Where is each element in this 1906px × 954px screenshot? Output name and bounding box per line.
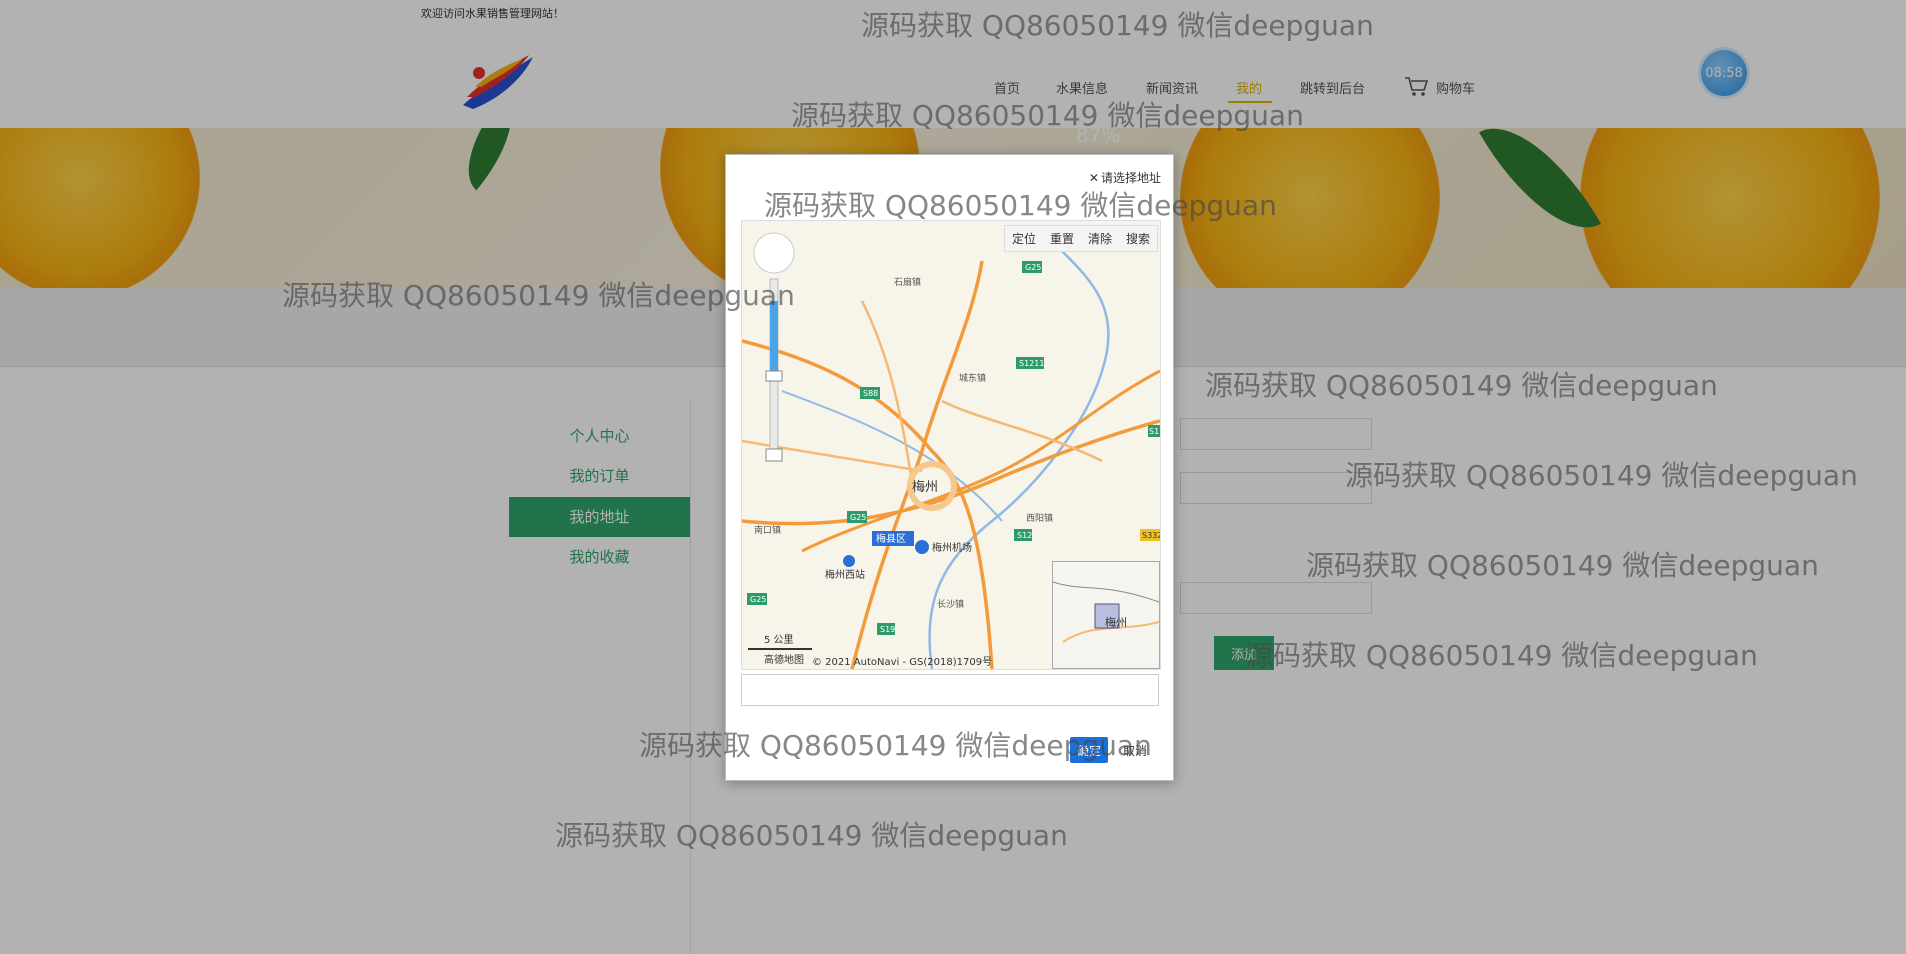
map-road-label: S12 [1017, 531, 1032, 540]
map-road-label: S19 [880, 625, 895, 634]
map-town-label: 南口镇 [754, 524, 781, 536]
zoom-out-icon[interactable] [765, 448, 783, 462]
watermark-text: 源码获取 QQ86050149 微信deepguan [764, 189, 1277, 222]
map-toolbar: 定位 重置 清除 搜索 [1003, 225, 1158, 252]
map-airport-label: 梅州机场 [932, 541, 972, 554]
map-road-label: S1 [1149, 427, 1159, 436]
address-picker-modal: ✕ 请选择地址 G25 S1211 S88 G25 S12 S19 G25 S3… [725, 154, 1174, 781]
map-road-label: S88 [863, 389, 878, 398]
map-view[interactable]: G25 S1211 S88 G25 S12 S19 G25 S332 S1 梅州… [741, 220, 1161, 670]
address-search-input[interactable] [741, 674, 1159, 706]
map-district-label: 梅县区 [876, 532, 906, 545]
map-road-label: G25 [1025, 263, 1041, 272]
map-station-label: 梅州西站 [825, 568, 865, 581]
map-pan-control[interactable] [753, 232, 795, 274]
close-icon: ✕ [1088, 170, 1099, 185]
watermark-text: 源码获取 QQ86050149 微信deepguan [1245, 639, 1758, 672]
watermark-text: 源码获取 QQ86050149 微信deepguan [555, 819, 1068, 852]
map-overview-label: 梅州 [1105, 615, 1127, 629]
map-road-label: G25 [750, 595, 766, 604]
map-road-label: S1211 [1019, 359, 1044, 368]
watermark-text: 源码获取 QQ86050149 微信deepguan [861, 9, 1374, 42]
map-zoom-handle[interactable] [765, 370, 783, 382]
map-locate-button[interactable]: 定位 [1005, 226, 1043, 251]
map-copyright: © 2021 AutoNavi - GS(2018)1709号 [812, 656, 992, 668]
watermark-text: 源码获取 QQ86050149 微信deepguan [1306, 549, 1819, 582]
map-scale: 5 公里 [764, 634, 794, 646]
map-road-label: S332 [1142, 531, 1160, 540]
map-town-label: 石扇镇 [894, 276, 921, 288]
watermark-text: 源码获取 QQ86050149 微信deepguan [1345, 459, 1858, 492]
map-provider: 高德地图 [764, 653, 804, 666]
watermark-text: 源码获取 QQ86050149 微信deepguan [791, 99, 1304, 132]
map-city-label: 梅州 [912, 480, 938, 495]
map-town-label: 长沙镇 [937, 598, 964, 610]
map-town-label: 西阳镇 [1026, 512, 1053, 524]
map-town-label: 城东镇 [959, 372, 986, 384]
watermark-text: 源码获取 QQ86050149 微信deepguan [639, 729, 1152, 762]
watermark-text: 源码获取 QQ86050149 微信deepguan [282, 279, 795, 312]
map-reset-button[interactable]: 重置 [1043, 226, 1081, 251]
map-road-label: G25 [850, 513, 866, 522]
map-overview[interactable]: 梅州 [1052, 561, 1160, 669]
map-clear-button[interactable]: 清除 [1081, 226, 1119, 251]
watermark-text: 源码获取 QQ86050149 微信deepguan [1205, 369, 1718, 402]
map-search-button[interactable]: 搜索 [1119, 226, 1157, 251]
